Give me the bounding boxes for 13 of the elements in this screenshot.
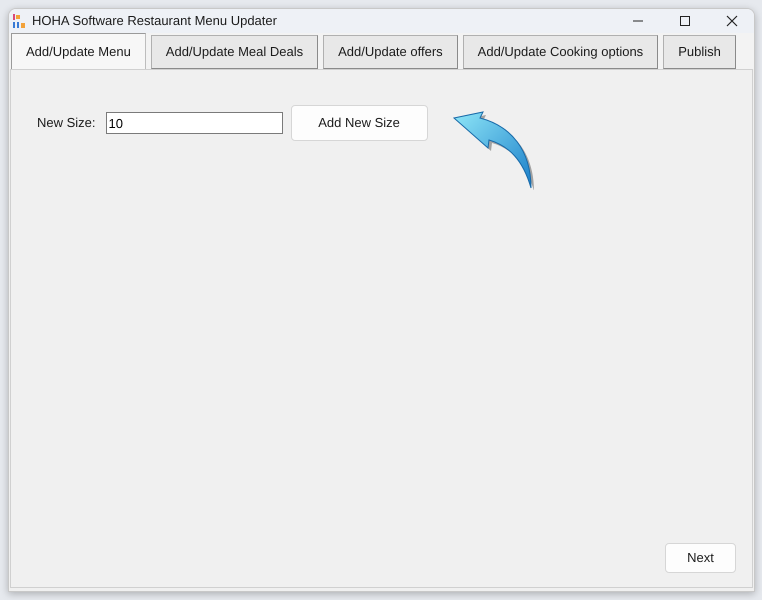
tab[interactable]: Add/Update Cooking options (462, 35, 658, 69)
window-title: HOHA Software Restaurant Menu Updater (32, 12, 277, 30)
size-input-field[interactable]: 10 (106, 112, 283, 134)
tab[interactable]: Add/Update Meal Deals (150, 35, 318, 69)
tab[interactable]: Add/Update offers (323, 35, 458, 69)
maximize-icon[interactable] (679, 15, 691, 27)
tab[interactable]: Publish (663, 35, 736, 69)
add-size-button[interactable]: Add New Size (290, 105, 428, 141)
tab[interactable]: Add/Update Menu (11, 33, 146, 69)
app-logo-icon (12, 13, 26, 29)
field-label: New Size: (37, 114, 96, 132)
close-icon[interactable] (726, 15, 738, 27)
next-button[interactable]: Next (665, 543, 736, 573)
